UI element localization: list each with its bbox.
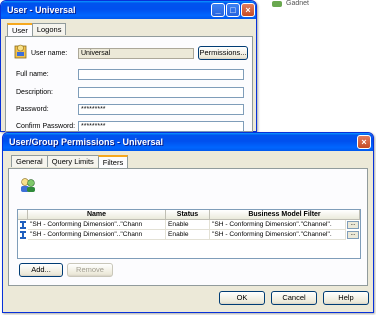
row-1-name[interactable]: "SH - Conforming Dimension".."Chann bbox=[28, 220, 166, 230]
user-icon bbox=[14, 44, 27, 59]
password-label: Password: bbox=[16, 106, 49, 113]
user-name-label: User name: bbox=[31, 50, 68, 57]
close-icon[interactable]: × bbox=[241, 3, 255, 17]
permissions-button[interactable]: Permissions... bbox=[198, 46, 248, 60]
tab-general[interactable]: General bbox=[11, 155, 48, 167]
remove-button[interactable]: Remove bbox=[67, 263, 113, 277]
row-2-filter-edit-button[interactable]: ... bbox=[347, 231, 359, 239]
cancel-button[interactable]: Cancel bbox=[271, 291, 317, 305]
row-1-filter-edit-button[interactable]: ... bbox=[347, 221, 359, 229]
description-input[interactable] bbox=[78, 87, 244, 98]
column-header-business-model-filter[interactable]: Business Model Filter bbox=[210, 210, 360, 220]
permissions-dialog-titlebar[interactable]: User/Group Permissions - Universal bbox=[3, 133, 373, 151]
filters-grid: Name Status Business Model Filter "SH - … bbox=[17, 209, 361, 259]
full-name-label: Full name: bbox=[16, 71, 49, 78]
user-tab-panel: User name: Universal Permissions... Full… bbox=[5, 36, 253, 132]
row-2-name[interactable]: "SH - Conforming Dimension".."Chann bbox=[28, 230, 166, 240]
tab-filters[interactable]: Filters bbox=[97, 155, 129, 168]
close-icon[interactable]: × bbox=[357, 135, 371, 149]
row-1-status[interactable]: Enable bbox=[166, 220, 210, 230]
user-window-title: User - Universal bbox=[7, 5, 76, 15]
status-dot-icon bbox=[272, 1, 282, 7]
minimize-icon[interactable]: _ bbox=[211, 3, 225, 17]
filter-row-icon bbox=[20, 231, 26, 239]
full-name-input[interactable] bbox=[78, 69, 244, 80]
column-header-status[interactable]: Status bbox=[166, 210, 210, 220]
row-1-filter[interactable]: "SH - Conforming Dimension"."Channel". bbox=[210, 220, 346, 230]
password-input[interactable]: ********* bbox=[78, 104, 244, 115]
help-button[interactable]: Help bbox=[323, 291, 369, 305]
column-header-name[interactable]: Name bbox=[28, 210, 166, 220]
tab-query-limits[interactable]: Query Limits bbox=[46, 155, 99, 167]
permissions-dialog: User/Group Permissions - Universal × Gen… bbox=[2, 132, 374, 313]
background-window bbox=[262, 0, 376, 130]
row-2-filter[interactable]: "SH - Conforming Dimension"."Channel". bbox=[210, 230, 346, 240]
tab-user[interactable]: User bbox=[7, 23, 33, 36]
user-group-icon bbox=[21, 178, 35, 192]
confirm-password-label: Confirm Password: bbox=[16, 123, 76, 130]
filters-tab-panel: Name Status Business Model Filter "SH - … bbox=[8, 168, 368, 286]
user-window: User - Universal _ □ × User Logons User … bbox=[0, 0, 257, 132]
user-name-field: Universal bbox=[78, 48, 194, 59]
add-button[interactable]: Add... bbox=[19, 263, 63, 277]
tab-logons[interactable]: Logons bbox=[31, 23, 67, 35]
filter-row-icon bbox=[20, 221, 26, 229]
description-label: Description: bbox=[16, 89, 53, 96]
permissions-dialog-title: User/Group Permissions - Universal bbox=[9, 137, 164, 147]
ok-button[interactable]: OK bbox=[219, 291, 265, 305]
maximize-icon[interactable]: □ bbox=[226, 3, 240, 17]
confirm-password-input[interactable]: ********* bbox=[78, 121, 244, 132]
row-2-status[interactable]: Enable bbox=[166, 230, 210, 240]
background-status-text: Gadnet bbox=[286, 0, 309, 7]
grid-corner-header bbox=[18, 210, 28, 220]
